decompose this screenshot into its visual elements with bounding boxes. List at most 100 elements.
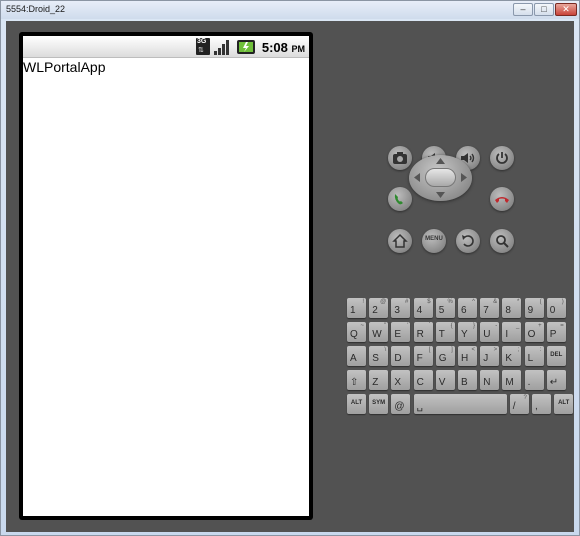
key-b[interactable]: B <box>458 370 477 390</box>
key-5[interactable]: 5% <box>435 298 455 318</box>
key-9[interactable]: 9( <box>524 298 544 318</box>
key-m[interactable]: M <box>502 370 522 390</box>
search-icon <box>496 235 509 248</box>
key-w[interactable]: W " <box>369 322 389 342</box>
key-label: O <box>527 329 536 340</box>
key-alt-label: _ <box>516 323 520 329</box>
search-button[interactable] <box>490 229 514 253</box>
key-label: 3 <box>394 305 400 316</box>
key-a[interactable]: A <box>347 346 366 366</box>
key-n[interactable]: N <box>480 370 500 390</box>
key-space[interactable]: ␣ <box>413 394 507 414</box>
key-@[interactable]: @ <box>391 394 411 414</box>
key-label: 9 <box>527 305 534 316</box>
dpad-center-button[interactable] <box>425 168 456 187</box>
key-⇧[interactable]: ⇧ <box>347 370 366 390</box>
key-l[interactable]: L: <box>524 346 544 366</box>
key-4[interactable]: 4 $ <box>413 298 433 318</box>
key-alt-label: { <box>450 323 453 329</box>
home-button[interactable] <box>388 229 412 253</box>
key-label: 6 <box>461 305 467 316</box>
key-sym[interactable]: SYM <box>369 394 389 414</box>
key-label: , <box>535 401 538 412</box>
key-s[interactable]: S \ <box>369 346 389 366</box>
key-v[interactable]: V <box>435 370 455 390</box>
key-alt-label: ? <box>523 395 527 401</box>
key-u[interactable]: U- <box>480 322 500 342</box>
device-frame: 3G ⇅ 5:08 PM WLPortalApp <box>19 32 313 520</box>
key-3[interactable]: 3 # <box>391 298 411 318</box>
key-y[interactable]: Y} <box>458 322 477 342</box>
key-label: ⇧ <box>350 377 359 388</box>
phone-end-icon <box>495 197 509 203</box>
key-label: U <box>483 329 491 340</box>
window-titlebar[interactable]: 5554:Droid_22 – □ ✕ <box>1 1 579 19</box>
key-label: N <box>483 377 491 388</box>
key-alt-label: < <box>471 347 475 353</box>
maximize-button[interactable]: □ <box>534 3 554 16</box>
key-h[interactable]: H < <box>458 346 477 366</box>
key-e[interactable]: E ' <box>391 322 411 342</box>
key-alt-label: % <box>447 299 453 305</box>
key-alt-label: = <box>560 323 564 329</box>
back-icon <box>462 235 474 247</box>
key-label: X <box>394 377 402 388</box>
key-2[interactable]: 2 @ <box>369 298 389 318</box>
back-button[interactable] <box>456 229 480 253</box>
key-label: V <box>438 377 446 388</box>
key-o[interactable]: O + <box>524 322 544 342</box>
key-alt[interactable]: ALT <box>554 394 574 414</box>
key-alt[interactable]: ALT <box>347 394 366 414</box>
minimize-button[interactable]: – <box>513 3 533 16</box>
emulator-client-area: 3G ⇅ 5:08 PM WLPortalApp MENU 1 ! 2 @ 3 … <box>6 21 574 532</box>
key-alt-label: ] <box>451 347 453 353</box>
key-alt-label: & <box>493 299 498 305</box>
key-g[interactable]: G] <box>435 346 455 366</box>
key-label: ␣ <box>416 401 423 412</box>
key-label: ALT <box>558 400 570 406</box>
key-d[interactable]: D <box>391 346 411 366</box>
key-x[interactable]: X <box>391 370 411 390</box>
key-0[interactable]: 0) <box>546 298 566 318</box>
key-label: Y <box>461 329 468 340</box>
key-p[interactable]: P = <box>546 322 566 342</box>
dpad[interactable] <box>409 155 472 201</box>
key-label: 0 <box>549 305 556 316</box>
menu-button[interactable]: MENU <box>422 229 446 253</box>
key-1[interactable]: 1! <box>347 298 366 318</box>
key-/[interactable]: /? <box>509 394 529 414</box>
key-label: 5 <box>438 305 445 316</box>
signal-strength-icon <box>214 40 229 55</box>
network-3g-icon: 3G ⇅ <box>196 38 210 55</box>
key-alt-label: * <box>517 299 520 305</box>
key-8[interactable]: 8 * <box>502 298 522 318</box>
key-q[interactable]: Q ~ <box>347 322 366 342</box>
key-del[interactable]: DEL <box>546 346 566 366</box>
key-c[interactable]: C <box>413 370 433 390</box>
key-alt-label: + <box>538 323 542 329</box>
key-f[interactable]: F[ <box>413 346 433 366</box>
key-label: M <box>505 377 514 388</box>
key-7[interactable]: 7 & <box>480 298 500 318</box>
key-k[interactable]: K; <box>502 346 522 366</box>
device-screen[interactable]: 3G ⇅ 5:08 PM WLPortalApp <box>23 36 309 516</box>
key-label: Z <box>372 377 379 388</box>
camera-button[interactable] <box>388 146 412 170</box>
power-button[interactable] <box>490 146 514 170</box>
key-,[interactable]: , <box>532 394 551 414</box>
key-i[interactable]: I _ <box>502 322 522 342</box>
call-button[interactable] <box>388 187 412 211</box>
key-r[interactable]: R ` <box>413 322 433 342</box>
key-alt-label: - <box>495 323 498 329</box>
key-label: . <box>527 377 531 388</box>
key-6[interactable]: 6 ^ <box>458 298 477 318</box>
key-alt-label: ^ <box>472 299 475 305</box>
key-.[interactable]: . <box>524 370 544 390</box>
key-t[interactable]: T{ <box>435 322 455 342</box>
key-z[interactable]: Z <box>369 370 389 390</box>
close-button[interactable]: ✕ <box>555 3 577 16</box>
emulator-window: 5554:Droid_22 – □ ✕ 3G ⇅ 5:08 PM WLPorta… <box>0 0 580 536</box>
end-call-button[interactable] <box>490 187 514 211</box>
key-j[interactable]: J > <box>480 346 500 366</box>
key-↵[interactable]: ↵ <box>546 370 566 390</box>
